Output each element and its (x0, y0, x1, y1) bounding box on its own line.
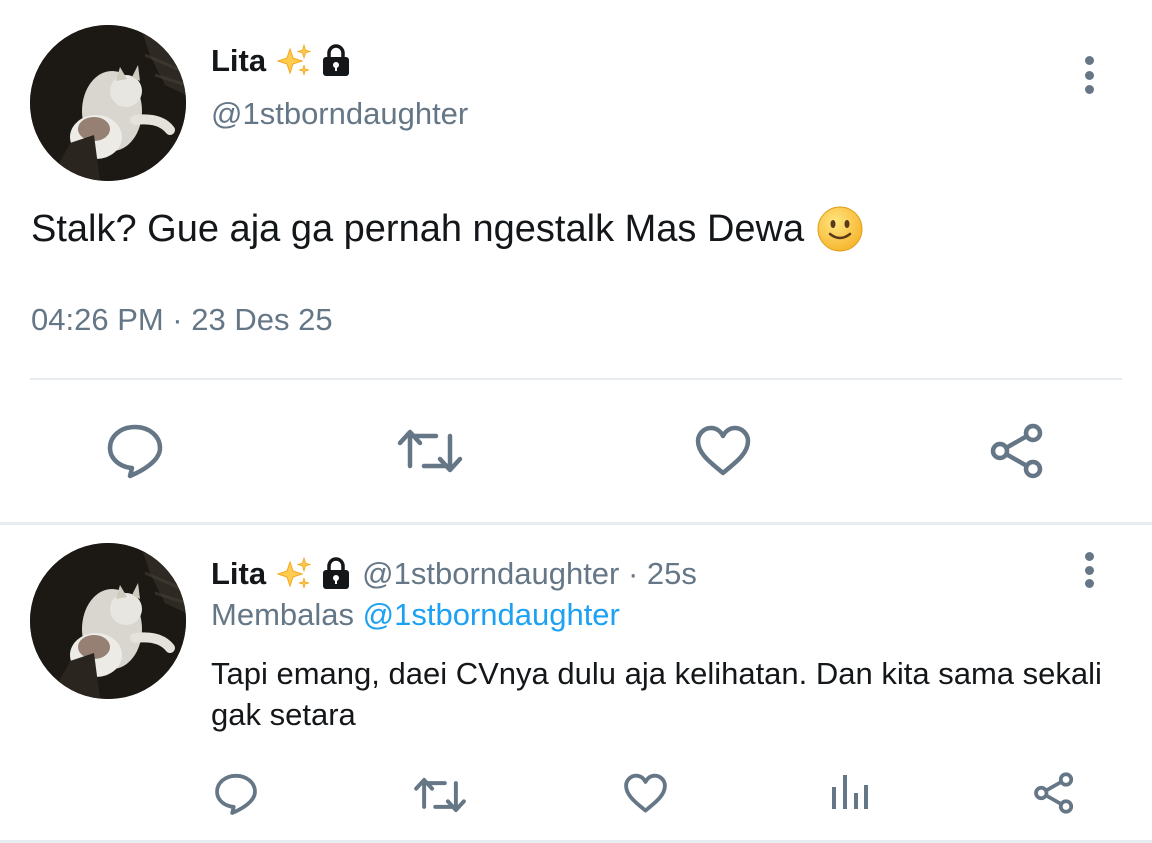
section-divider (0, 522, 1152, 525)
more-options-button[interactable] (1074, 552, 1104, 588)
retweet-icon (397, 429, 463, 473)
replying-prefix: Membalas (211, 597, 354, 632)
reply-button[interactable] (214, 772, 258, 816)
retweet-icon (414, 777, 466, 813)
like-button[interactable] (623, 773, 668, 814)
more-options-button[interactable] (1074, 56, 1104, 94)
share-icon (1034, 772, 1074, 814)
retweet-button[interactable] (413, 775, 467, 815)
like-icon (695, 425, 751, 476)
dot-icon (1084, 85, 1094, 94)
dot-icon (1084, 565, 1094, 575)
like-button[interactable] (694, 425, 752, 477)
tweet-text: Stalk? Gue aja ga pernah ngestalk Mas De… (31, 207, 805, 250)
avatar[interactable] (30, 25, 186, 181)
avatar[interactable] (30, 543, 186, 699)
sparkles-icon (276, 43, 312, 79)
author-display-name[interactable]: Lita (211, 556, 266, 592)
like-icon (624, 773, 667, 813)
author-name-line: Lita @1stborndaughter · 25s (211, 553, 697, 595)
reply-icon (107, 424, 163, 479)
dot-icon (1084, 552, 1094, 561)
replying-to-line: Membalas @1stborndaughter (211, 597, 620, 633)
analytics-button[interactable] (830, 773, 870, 811)
retweet-button[interactable] (396, 426, 464, 476)
author-handle-and-time[interactable]: @1stborndaughter · 25s (362, 556, 697, 592)
tweet-timestamp[interactable]: 04:26 PM · 23 Des 25 (31, 302, 333, 338)
avatar-cat-photo (30, 25, 186, 181)
share-button[interactable] (988, 423, 1046, 479)
avatar-cat-photo (30, 543, 186, 699)
share-button[interactable] (1032, 772, 1076, 814)
author-handle[interactable]: @1stborndaughter (211, 96, 468, 132)
reply-icon (215, 773, 257, 815)
lock-icon (320, 44, 352, 78)
share-icon (990, 423, 1043, 479)
dot-icon (1084, 70, 1094, 80)
replying-to-mention[interactable]: @1stborndaughter (363, 597, 620, 632)
dot-icon (1084, 579, 1094, 588)
author-display-name[interactable]: Lita (211, 43, 266, 79)
tweet-text: Tapi emang, daei CVnya dulu aja kelihata… (211, 656, 1102, 732)
slightly-smiling-face-icon (816, 205, 864, 253)
reply-button[interactable] (106, 423, 164, 479)
tweet-text-line: Stalk? Gue aja ga pernah ngestalk Mas De… (31, 205, 864, 253)
divider (30, 378, 1122, 380)
main-tweet: Lita @1stborndaughter Stalk? Gue aja ga … (0, 0, 1152, 522)
author-name-line: Lita (211, 40, 352, 82)
tweet-detail-screen: Lita @1stborndaughter Stalk? Gue aja ga … (0, 0, 1152, 843)
dot-icon (1084, 56, 1094, 65)
lock-icon (320, 557, 352, 591)
sparkles-icon (276, 556, 312, 592)
analytics-icon (832, 775, 868, 809)
